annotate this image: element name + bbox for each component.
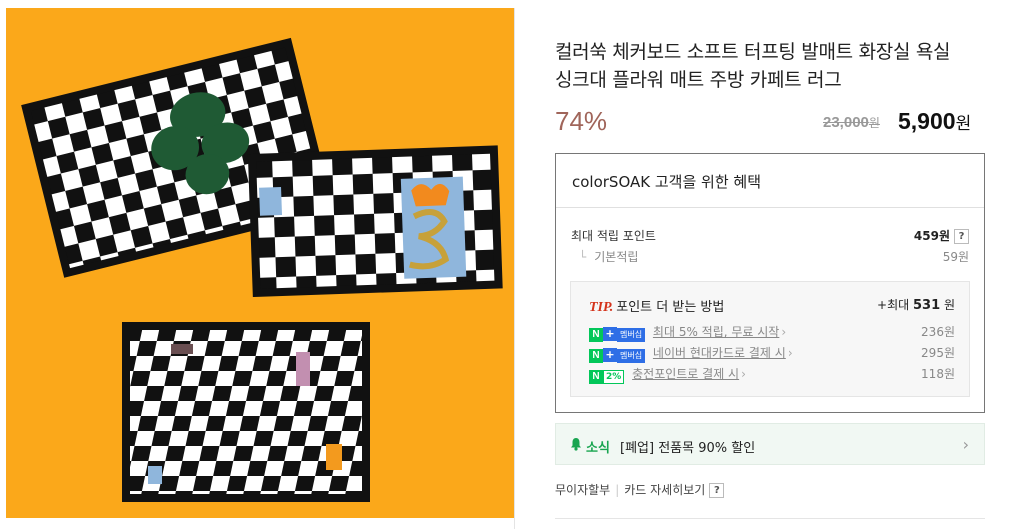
naver-n-icon: N	[589, 348, 603, 363]
naver-n-icon: N	[589, 327, 603, 342]
max-points-label: 최대 적립 포인트	[571, 229, 656, 243]
tip-max-value: 531	[912, 298, 941, 313]
vertical-divider	[514, 8, 515, 529]
tip-max-prefix: +최대	[877, 298, 910, 312]
corner-arrow-icon: └	[579, 250, 587, 264]
tip-row-link[interactable]: 네이버 현대카드로 결제 시	[653, 346, 786, 360]
membership-badge-text: 멤버십	[617, 348, 646, 363]
tip-row-charge-points[interactable]: N 2% 충전포인트로 결제 시 › 118원	[589, 365, 955, 384]
rug-illustration	[21, 37, 503, 502]
plus-icon: +	[603, 326, 617, 341]
sale-price-value: 5,900	[898, 108, 956, 134]
basic-points-row: └ 기본적립 59원	[571, 248, 969, 265]
tip-box: TIP. 포인트 더 받는 방법 +최대 531 원 N + 멤버십 최대 5% 적립…	[570, 281, 970, 397]
tip-row-amount: 118원	[921, 367, 955, 381]
tip-row-amount: 236원	[921, 325, 955, 339]
basic-points-value: 59원	[942, 250, 969, 264]
installment-link[interactable]: 무이자할부	[555, 483, 610, 497]
tip-row-amount: 295원	[921, 346, 955, 360]
notice-label: 소식	[586, 441, 610, 456]
tip-row-link[interactable]: 최대 5% 적립, 무료 시작	[653, 325, 779, 339]
charge-percent-badge: 2%	[603, 369, 625, 384]
bottom-divider	[555, 518, 985, 519]
sale-price: 5,900원	[898, 108, 971, 135]
tip-row-link[interactable]: 충전포인트로 결제 시	[632, 367, 739, 381]
product-title: 컬러쑥 체커보드 소프트 터프팅 발매트 화장실 욕실 싱크대 플라워 매트 주…	[555, 38, 985, 94]
benefit-heading: colorSOAK 고객을 위한 혜택	[556, 154, 984, 208]
basic-points-label: 기본적립	[594, 250, 639, 264]
max-points-row: 최대 적립 포인트 459원?	[571, 227, 969, 244]
membership-badge: N + 멤버십	[589, 347, 646, 363]
max-points-value-wrap: 459원?	[914, 227, 969, 244]
charge-points-badge: N 2%	[589, 368, 625, 384]
notice-text: [폐업] 전품목 90% 할인	[620, 441, 756, 456]
bell-icon	[571, 438, 581, 451]
tip-heading: TIP. 포인트 더 받는 방법	[589, 296, 724, 316]
discount-rate: 74%	[555, 106, 608, 136]
tip-heading-text: 포인트 더 받는 방법	[616, 300, 725, 315]
original-price-value: 23,000	[823, 114, 869, 131]
tip-row-membership[interactable]: N + 멤버십 최대 5% 적립, 무료 시작 › 236원	[589, 323, 955, 342]
naver-n-icon: N	[589, 369, 603, 384]
question-icon[interactable]: ?	[954, 229, 969, 244]
benefit-box: colorSOAK 고객을 위한 혜택 최대 적립 포인트 459원? └ 기본적…	[555, 153, 985, 413]
max-points-value: 459원	[913, 229, 950, 243]
tip-row-hyundai-card[interactable]: N + 멤버십 네이버 현대카드로 결제 시 › 295원	[589, 344, 955, 363]
separator: |	[615, 483, 620, 497]
tip-max-unit: 원	[943, 298, 955, 312]
chevron-right-icon: ›	[741, 367, 746, 381]
original-price: 23,000원	[823, 114, 880, 131]
store-notice-bar[interactable]: 소식 [폐업] 전품목 90% 할인 ›	[555, 423, 985, 465]
chevron-right-icon: ›	[781, 325, 787, 339]
question-icon[interactable]: ?	[709, 483, 725, 498]
product-title-line1: 컬러쑥 체커보드 소프트 터프팅 발매트 화장실 욕실	[555, 41, 951, 63]
product-title-line2: 싱크대 플라워 매트 주방 카페트 러그	[555, 69, 842, 91]
sale-price-unit: 원	[955, 114, 972, 133]
original-price-unit: 원	[868, 116, 880, 130]
membership-badge: N + 멤버십	[589, 326, 646, 342]
tip-word: TIP.	[589, 300, 614, 315]
card-details-link[interactable]: 카드 자세히보기	[624, 483, 705, 497]
plus-icon: +	[603, 347, 617, 362]
chevron-right-icon: ›	[962, 435, 969, 454]
tip-max-points: +최대 531 원	[877, 296, 955, 313]
product-image[interactable]	[6, 8, 514, 518]
membership-badge-text: 멤버십	[617, 327, 646, 342]
payment-links: 무이자할부 | 카드 자세히보기?	[555, 481, 725, 498]
chevron-right-icon: ›	[787, 346, 793, 360]
